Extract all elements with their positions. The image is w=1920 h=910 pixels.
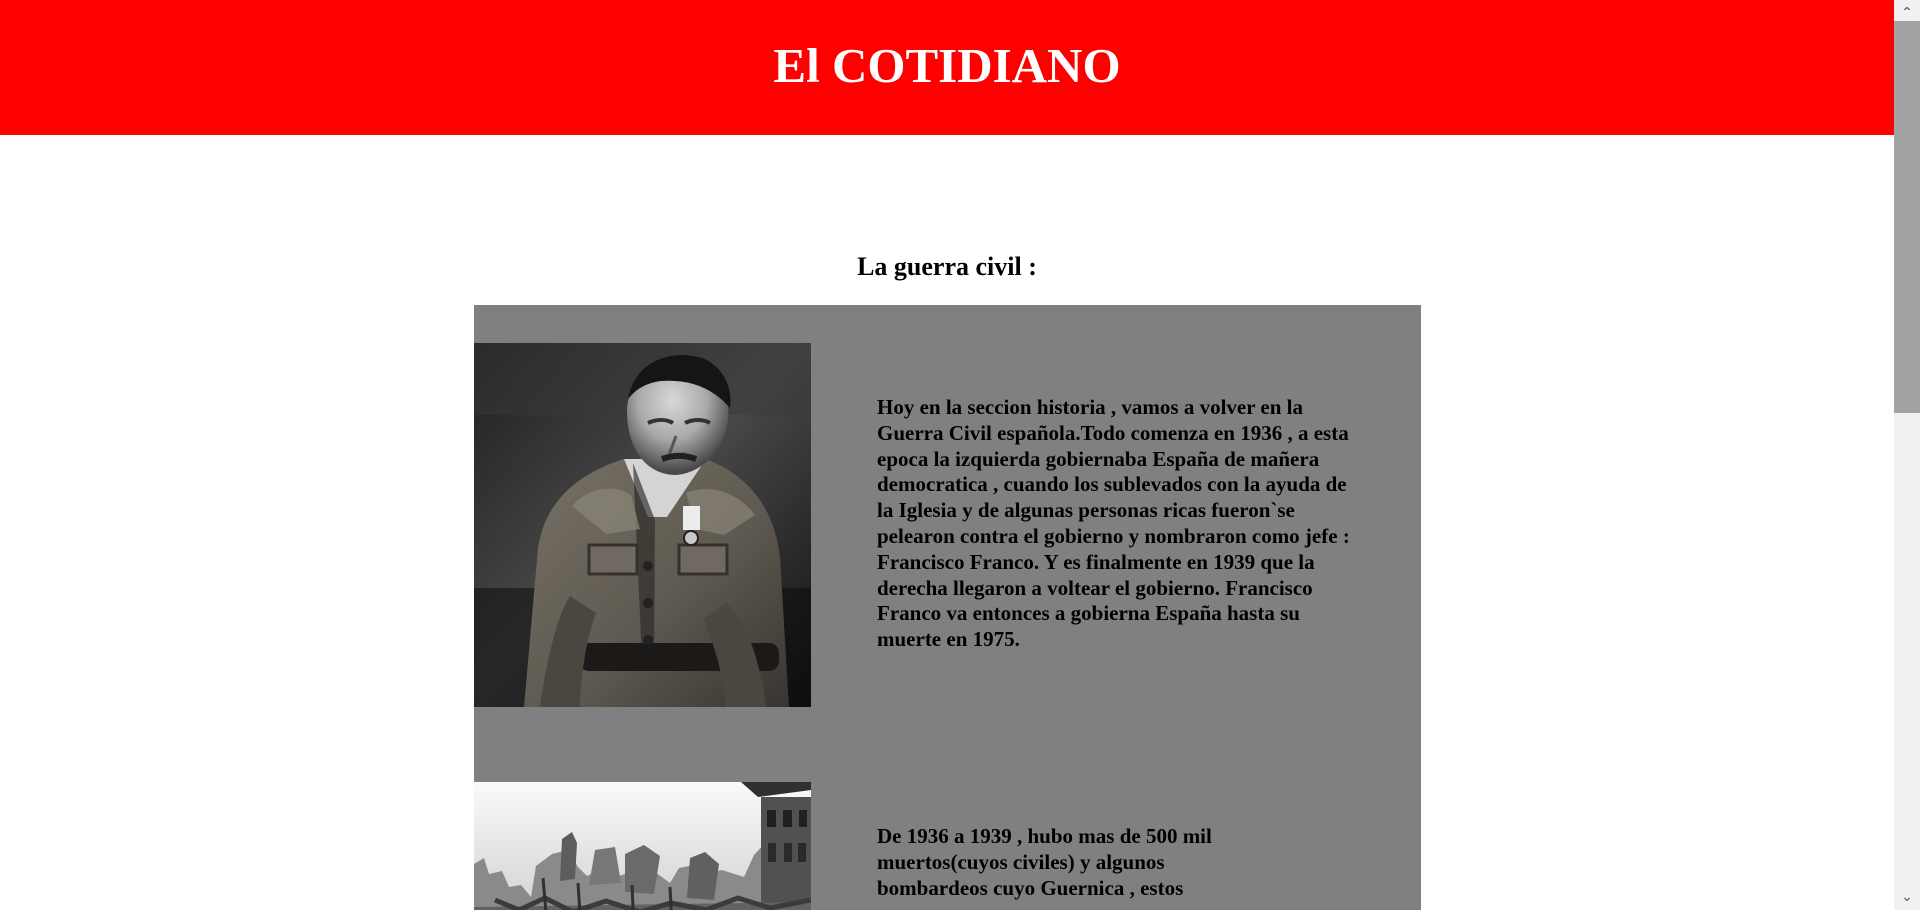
scrollbar-thumb[interactable] (1894, 21, 1920, 413)
franco-portrait-image (474, 343, 811, 707)
site-header: El COTIDIANO (0, 0, 1894, 135)
vertical-scrollbar[interactable]: ⌃ ⌄ (1894, 0, 1920, 910)
chevron-down-icon[interactable]: ⌄ (1894, 884, 1920, 910)
site-title: El COTIDIANO (773, 38, 1121, 93)
bombed-ruins-photo (474, 782, 811, 910)
section-heading: La guerra civil : (857, 252, 1037, 281)
page-viewport: El COTIDIANO La guerra civil : Hoy en la… (0, 0, 1894, 910)
article-text-franco: Hoy en la seccion historia , vamos a vol… (877, 395, 1350, 652)
franco-portrait-photo (474, 343, 811, 707)
bombed-ruins-image (474, 782, 811, 910)
article-panel: Hoy en la seccion historia , vamos a vol… (474, 305, 1421, 910)
article-text-war-casualties: De 1936 a 1939 , hubo mas de 500 mil mue… (877, 824, 1212, 900)
